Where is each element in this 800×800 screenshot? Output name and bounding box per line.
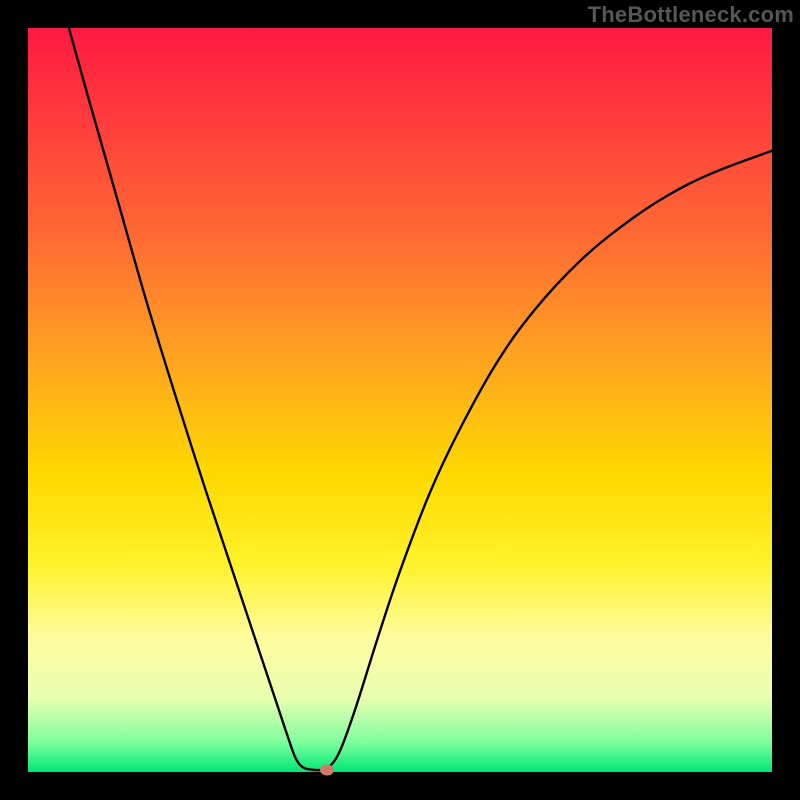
gradient-background [28,28,772,772]
plot-svg [28,28,772,772]
watermark-text: TheBottleneck.com [588,2,794,28]
optimal-point-marker [320,764,334,775]
plot-area [28,28,772,772]
chart-frame: TheBottleneck.com [0,0,800,800]
